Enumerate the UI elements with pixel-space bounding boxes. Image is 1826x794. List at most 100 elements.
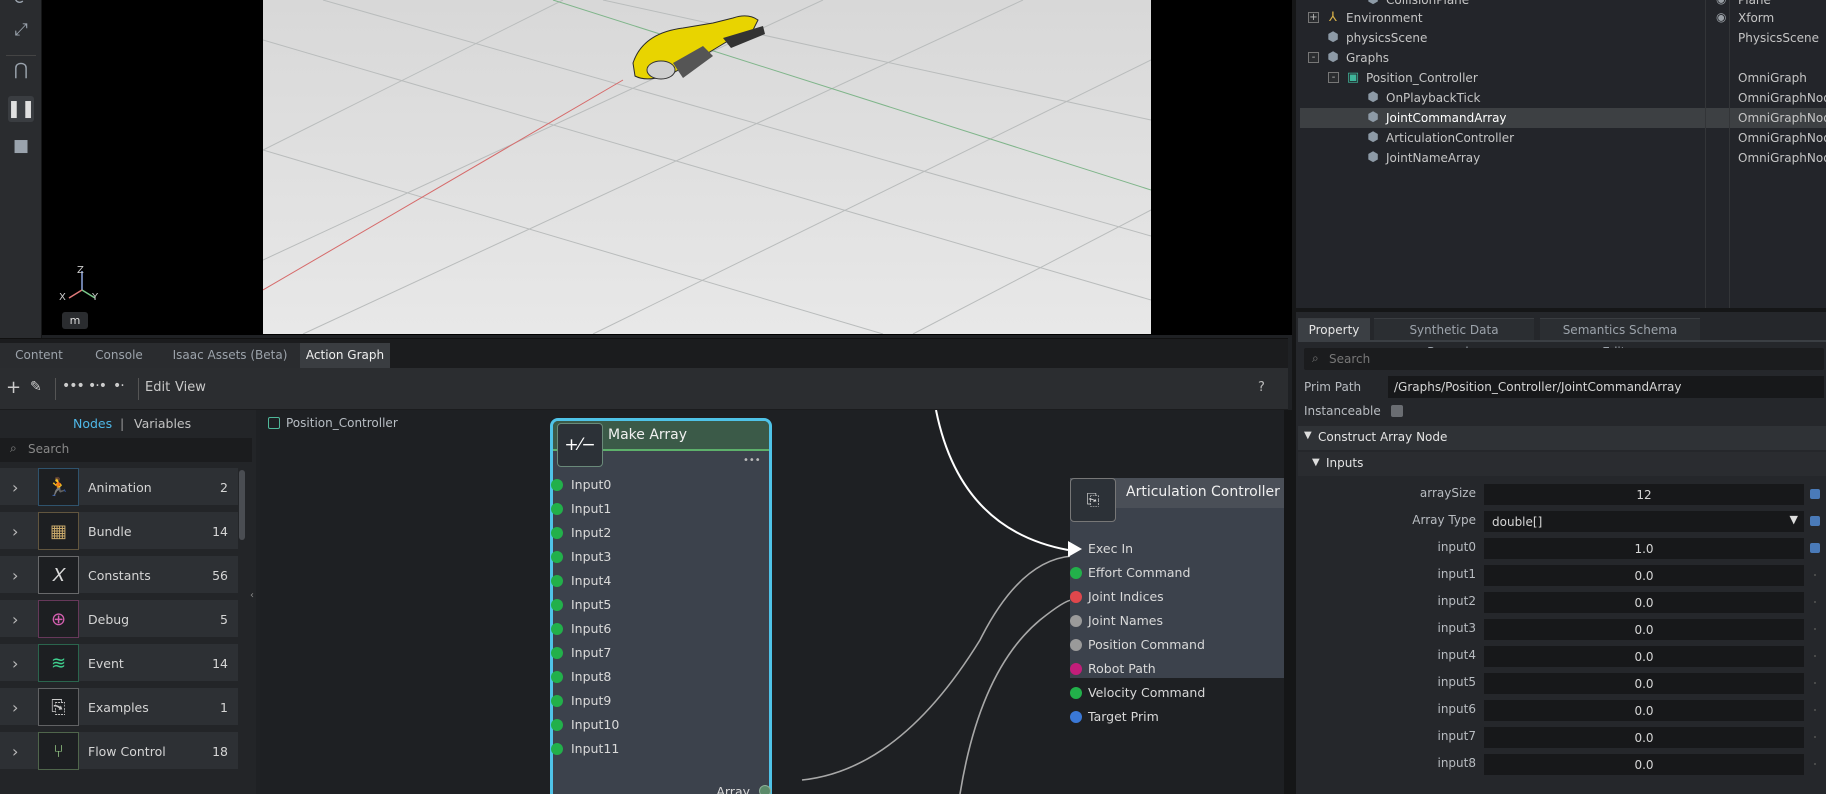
field-input[interactable]: 0.0 <box>1484 673 1804 694</box>
collapse-icon[interactable]: - <box>1308 52 1319 63</box>
input-port[interactable] <box>551 695 563 707</box>
property-search-input[interactable]: ⌕ Search <box>1304 348 1824 370</box>
edit-menu[interactable]: Edit <box>145 380 170 395</box>
column-divider[interactable] <box>1729 0 1730 308</box>
category-event[interactable]: › ≋ Event 14 <box>0 644 238 684</box>
input-port[interactable] <box>551 623 563 635</box>
default-value-indicator[interactable] <box>1810 543 1820 553</box>
field-input[interactable]: 0.0 <box>1484 619 1804 640</box>
viewport[interactable]: Z X Y m <box>42 0 1292 335</box>
column-divider[interactable] <box>1705 0 1706 308</box>
input-port[interactable] <box>1070 639 1082 651</box>
library-search-input[interactable]: ⌕ Search <box>0 438 252 462</box>
default-value-indicator[interactable] <box>1810 732 1820 742</box>
category-constants[interactable]: › 𝑋 Constants 56 <box>0 556 238 596</box>
category-debug[interactable]: › ⊕ Debug 5 <box>0 600 238 640</box>
viewport-scene[interactable] <box>263 0 1151 334</box>
input-port[interactable] <box>551 719 563 731</box>
stage-row[interactable]: + ⅄ Environment ◉ Xform <box>1300 8 1826 28</box>
tab-variables[interactable]: Variables <box>134 416 191 431</box>
array-type-select[interactable]: double[] ▼ <box>1484 511 1804 532</box>
edit-pencil-icon[interactable]: ✎ <box>30 379 42 395</box>
stop-icon[interactable]: ■ <box>8 133 34 159</box>
expand-arrow-icon[interactable]: › <box>12 566 18 585</box>
scale-icon[interactable]: ⤢ <box>8 17 34 43</box>
field-input[interactable]: 0.0 <box>1484 754 1804 775</box>
snap-magnet-icon[interactable]: ⋂ <box>8 57 34 83</box>
expand-arrow-icon[interactable]: › <box>12 742 18 761</box>
library-scrollbar[interactable] <box>239 470 245 540</box>
input-port[interactable] <box>551 527 563 539</box>
visibility-eye-icon[interactable]: ◉ <box>1716 0 1726 6</box>
input-port[interactable] <box>551 575 563 587</box>
input-port[interactable] <box>1070 567 1082 579</box>
stage-row[interactable]: ⬢ physicsScene PhysicsScene <box>1300 28 1826 48</box>
prim-path-field[interactable]: /Graphs/Position_Controller/JointCommand… <box>1388 376 1824 398</box>
expand-icon[interactable]: + <box>1308 12 1319 23</box>
input-port[interactable] <box>1070 687 1082 699</box>
tab-nodes[interactable]: Nodes <box>73 416 112 431</box>
tab-synthetic-data-recorder[interactable]: Synthetic Data Recorder <box>1374 318 1534 359</box>
field-input[interactable]: 0.0 <box>1484 700 1804 721</box>
default-value-indicator[interactable] <box>1810 597 1820 607</box>
category-bundle[interactable]: › ▦ Bundle 14 <box>0 512 238 552</box>
input-port[interactable] <box>1070 591 1082 603</box>
tab-content[interactable]: Content <box>0 343 78 368</box>
output-port[interactable] <box>759 785 771 794</box>
layout-compact-icon[interactable]: •·• <box>88 378 107 394</box>
field-input[interactable]: 0.0 <box>1484 565 1804 586</box>
instanceable-checkbox[interactable] <box>1391 405 1403 417</box>
tab-semantics-schema-editor[interactable]: Semantics Schema Editor <box>1540 318 1700 359</box>
stage-row[interactable]: ⬢ JointNameArray OmniGraphNode <box>1300 148 1826 168</box>
rotate-icon[interactable]: ⟳ <box>8 0 34 12</box>
input-port[interactable] <box>551 743 563 755</box>
expand-arrow-icon[interactable]: › <box>12 478 18 497</box>
field-input[interactable]: 0.0 <box>1484 592 1804 613</box>
default-value-indicator[interactable] <box>1810 759 1820 769</box>
input-port[interactable] <box>1070 663 1082 675</box>
exec-in-port[interactable] <box>1068 541 1082 557</box>
layout-minimal-icon[interactable]: •· <box>113 378 125 394</box>
panel-divider[interactable] <box>1284 410 1292 794</box>
tab-console[interactable]: Console <box>78 343 160 368</box>
field-input[interactable]: 0.0 <box>1484 646 1804 667</box>
input-port[interactable] <box>551 479 563 491</box>
input-port[interactable] <box>551 671 563 683</box>
collapse-panel-icon[interactable]: ‹ <box>250 590 256 620</box>
help-button[interactable]: ? <box>1258 380 1265 395</box>
visibility-eye-icon[interactable]: ◉ <box>1716 10 1726 24</box>
category-examples[interactable]: › ⎘ Examples 1 <box>0 688 238 728</box>
tab-isaac-assets[interactable]: Isaac Assets (Beta) <box>160 343 300 368</box>
expand-arrow-icon[interactable]: › <box>12 654 18 673</box>
input-port[interactable] <box>551 599 563 611</box>
articulation-controller-node[interactable]: Articulation Controller ⎘ Exec In Effort … <box>1068 478 1284 724</box>
default-value-indicator[interactable] <box>1810 489 1820 499</box>
view-menu[interactable]: View <box>175 380 206 395</box>
stage-row[interactable]: ⬢ JointCommandArray OmniGraphNode <box>1300 108 1826 128</box>
layout-icon[interactable]: ••• <box>62 378 85 394</box>
add-icon[interactable]: + <box>6 377 21 398</box>
input-port[interactable] <box>1070 615 1082 627</box>
collapse-icon[interactable]: - <box>1328 72 1339 83</box>
category-animation[interactable]: › 🏃 Animation 2 <box>0 468 238 508</box>
input-port[interactable] <box>551 503 563 515</box>
default-value-indicator[interactable] <box>1810 678 1820 688</box>
node-menu-icon[interactable]: ••• <box>743 455 761 466</box>
graph-canvas[interactable]: Position_Controller Make Array +⁄− ••• I… <box>260 410 1284 794</box>
tab-property[interactable]: Property <box>1298 318 1370 340</box>
field-input[interactable]: 0.0 <box>1484 727 1804 748</box>
tab-action-graph[interactable]: Action Graph <box>300 343 390 368</box>
stage-row[interactable]: - ⬢ Graphs <box>1300 48 1826 68</box>
default-value-indicator[interactable] <box>1810 570 1820 580</box>
field-input[interactable]: 12 <box>1484 484 1804 505</box>
inputs-subsection[interactable]: ▼ Inputs <box>1298 452 1826 476</box>
input-port[interactable] <box>551 551 563 563</box>
expand-arrow-icon[interactable]: › <box>12 698 18 717</box>
input-port[interactable] <box>551 647 563 659</box>
category-flow-control[interactable]: › ⑂ Flow Control 18 <box>0 732 238 772</box>
pause-icon[interactable]: ❚❚ <box>7 96 35 122</box>
expand-arrow-icon[interactable]: › <box>12 522 18 541</box>
field-input[interactable]: 1.0 <box>1484 538 1804 559</box>
default-value-indicator[interactable] <box>1810 516 1820 526</box>
default-value-indicator[interactable] <box>1810 624 1820 634</box>
